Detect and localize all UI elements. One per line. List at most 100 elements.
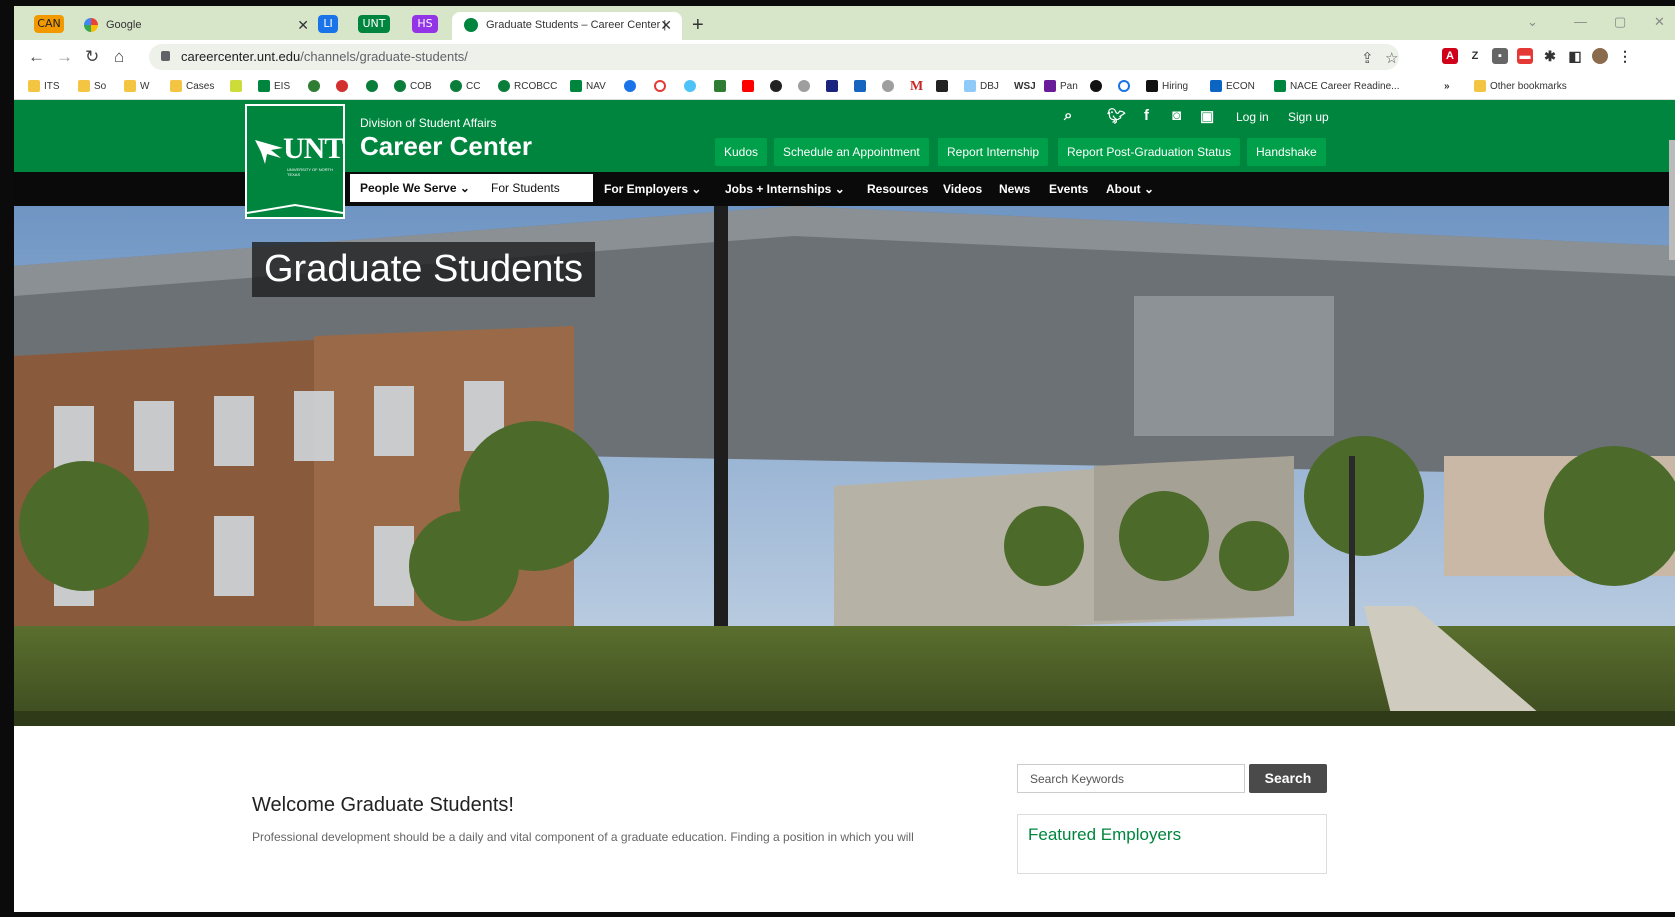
bookmark-item[interactable] [1090,80,1106,94]
more-bookmarks-button[interactable]: » [1444,80,1450,94]
unt-icon [258,80,270,93]
bookmark-item[interactable] [742,80,758,94]
unt-logo[interactable]: UNT UNIVERSITY OF NORTH TEXAS [245,104,345,219]
bookmark-item[interactable] [854,80,870,94]
bookmark-item[interactable]: ECON [1210,80,1255,94]
facebook-icon[interactable]: f [1144,107,1149,124]
logo-pennant-tail [247,199,343,214]
nav-events[interactable]: Events [1049,172,1088,206]
bookmark-icon [684,80,696,93]
bookmark-item[interactable]: NAV [570,80,606,94]
bookmark-item[interactable]: Hiring [1146,80,1188,94]
bookmark-item[interactable]: EIS [258,80,290,94]
puzzle-icon[interactable]: ✱ [1542,48,1558,64]
bookmark-item[interactable] [1118,80,1134,94]
logo-text: UNT [283,132,344,165]
bookmark-item[interactable]: WSJ [1014,80,1036,94]
bookmark-item[interactable] [770,80,786,94]
home-icon[interactable]: ⌂ [114,47,124,67]
scrollbar[interactable] [1669,140,1675,260]
tab-graduate-students[interactable]: Graduate Students – Career Center | ✕ [452,12,682,40]
tab-group-can[interactable]: CAN [34,15,64,33]
zotero-extension-icon[interactable]: Z [1467,48,1483,64]
share-icon[interactable]: ⇪ [1361,49,1374,67]
bookmark-star-icon[interactable]: ☆ [1385,49,1398,67]
nav-about[interactable]: About ⌄ [1106,172,1154,206]
signup-link[interactable]: Sign up [1288,110,1329,124]
youtube-icon[interactable]: ▣ [1200,107,1214,125]
side-panel-icon[interactable]: ◧ [1567,48,1583,64]
google-icon [84,18,98,33]
bookmark-item[interactable] [882,80,898,94]
bookmark-item[interactable]: RCOBCC [498,80,557,94]
nav-news[interactable]: News [999,172,1030,206]
people-we-serve-dropdown[interactable]: People We Serve ⌄ For Students [350,174,593,202]
bookmark-item[interactable] [684,80,700,94]
menu-kebab-icon[interactable]: ⋮ [1617,48,1633,64]
bookmark-item[interactable] [336,80,352,94]
search-icon[interactable]: ⌕ [1064,107,1072,124]
close-tab-icon[interactable]: ✕ [297,12,309,38]
minimize-icon[interactable]: — [1574,14,1587,29]
nav-people-we-serve[interactable]: People We Serve ⌄ [360,171,470,205]
division-label[interactable]: Division of Student Affairs [360,116,497,130]
bookmark-item[interactable] [230,80,246,94]
pdf-extension-icon[interactable]: A [1442,48,1458,64]
site-title[interactable]: Career Center [360,131,532,162]
forward-arrow-icon[interactable]: → [56,47,73,67]
tab-group-li[interactable]: LI [318,15,338,33]
bookmark-item[interactable]: ITS [28,80,60,94]
calendar-extension-icon[interactable]: ▬ [1517,48,1533,64]
close-window-icon[interactable]: ✕ [1654,14,1665,30]
bookmark-item[interactable]: COB [394,80,432,94]
instagram-icon[interactable]: ◙ [1172,107,1181,124]
bookmark-item[interactable] [624,80,640,94]
search-input[interactable]: Search Keywords [1017,764,1245,793]
kudos-button[interactable]: Kudos [715,138,768,166]
tab-search-icon[interactable]: ⌄ [1527,14,1538,30]
new-tab-button[interactable]: + [692,12,704,38]
tab-group-hs[interactable]: HS [412,15,438,33]
back-arrow-icon[interactable]: ← [28,47,45,67]
handshake-button[interactable]: Handshake [1247,138,1326,166]
profile-avatar[interactable] [1592,48,1608,64]
bookmark-icon [1146,80,1158,93]
search-button[interactable]: Search [1249,764,1327,793]
twitter-icon[interactable]: 🐦︎ [1107,107,1126,125]
bookmark-item[interactable]: CC [450,80,480,94]
close-tab-icon[interactable]: ✕ [660,12,672,38]
schedule-appointment-button[interactable]: Schedule an Appointment [774,138,929,166]
nav-videos[interactable]: Videos [943,172,982,206]
nav-jobs-internships[interactable]: Jobs + Internships ⌄ [725,172,845,206]
bookmark-item[interactable]: Cases [170,80,214,94]
web-page: Division of Student Affairs Career Cente… [14,100,1675,912]
tab-google[interactable]: Google ✕ [84,12,319,40]
bookmark-item[interactable]: M [910,80,923,94]
maximize-icon[interactable]: ▢ [1614,14,1626,30]
tab-group-unt[interactable]: UNT [358,15,390,33]
bookmark-item[interactable]: DBJ [964,80,999,94]
address-bar[interactable]: careercenter.unt.edu/channels/graduate-s… [149,44,1399,70]
bookmark-item[interactable] [798,80,814,94]
nav-resources[interactable]: Resources [867,172,928,206]
nav-for-employers[interactable]: For Employers ⌄ [604,172,701,206]
bookmark-item[interactable] [714,80,730,94]
report-internship-button[interactable]: Report Internship [938,138,1049,166]
bookmark-item[interactable]: Pan [1044,80,1078,94]
bookmark-item[interactable]: Other bookmarks [1474,80,1567,94]
extension-icon[interactable]: ▪ [1492,48,1508,64]
bookmark-item[interactable]: W [124,80,149,94]
url-text: careercenter.unt.edu/channels/graduate-s… [181,49,468,64]
bookmark-item[interactable] [308,80,324,94]
bookmark-item[interactable] [826,80,842,94]
bookmark-item[interactable] [366,80,382,94]
bookmark-item[interactable] [936,80,952,94]
reload-icon[interactable]: ↻ [85,47,99,67]
login-link[interactable]: Log in [1236,110,1269,124]
bookmark-item[interactable] [654,80,670,94]
bookmark-icon [882,80,894,93]
nav-for-students[interactable]: For Students [491,171,560,205]
bookmark-item[interactable]: So [78,80,106,94]
report-post-graduation-button[interactable]: Report Post-Graduation Status [1058,138,1241,166]
bookmark-item[interactable]: NACE Career Readine... [1274,80,1400,94]
